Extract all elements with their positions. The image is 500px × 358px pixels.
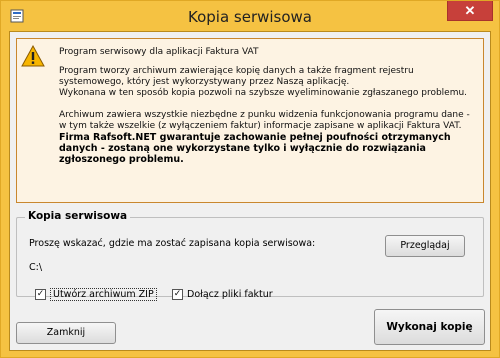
info-paragraph: Wykonana w ten sposób kopia pozwoli na s…: [59, 88, 468, 98]
privacy-note: Firma Rafsoft.NET gwarantuje zachowanie …: [59, 132, 451, 165]
window-title: Kopia serwisowa: [187, 8, 312, 26]
groupbox-title: Kopia serwisowa: [25, 210, 131, 222]
location-prompt: Proszę wskazać, gdzie ma zostać zapisana…: [29, 238, 316, 249]
make-backup-button[interactable]: Wykonaj kopię: [374, 309, 485, 345]
info-panel: Program serwisowy dla aplikacji Faktura …: [16, 38, 484, 203]
dialog-client-area: Program serwisowy dla aplikacji Faktura …: [9, 31, 491, 351]
backup-path: C:\: [29, 262, 43, 273]
check-icon[interactable]: ✓: [35, 288, 46, 300]
zip-checkbox[interactable]: ✓ Utwórz archiwum ZIP: [35, 287, 157, 301]
info-heading: Program serwisowy dla aplikacji Faktura …: [59, 47, 259, 57]
info-paragraph: Program tworzy archiwum zawierające kopi…: [59, 66, 414, 87]
warning-icon: [21, 45, 45, 67]
close-icon: ✕: [464, 3, 476, 18]
backup-groupbox: Kopia serwisowa Proszę wskazać, gdzie ma…: [16, 210, 484, 301]
zip-checkbox-label[interactable]: Utwórz archiwum ZIP: [50, 287, 157, 301]
info-text: Program serwisowy dla aplikacji Faktura …: [59, 47, 479, 165]
browse-button[interactable]: Przeglądaj: [385, 235, 465, 257]
dialog-window: Kopia serwisowa ✕ Program serwisowy dla …: [0, 0, 500, 358]
invoices-checkbox-label[interactable]: Dołącz pliki faktur: [187, 289, 273, 300]
info-paragraph: Archiwum zawiera wszystkie niezbędne z p…: [59, 110, 470, 131]
check-icon[interactable]: ✓: [172, 288, 183, 300]
invoices-checkbox[interactable]: ✓ Dołącz pliki faktur: [172, 287, 273, 301]
title-bar[interactable]: Kopia serwisowa ✕: [1, 1, 499, 31]
close-window-button[interactable]: ✕: [447, 1, 493, 21]
close-button[interactable]: Zamknij: [16, 322, 116, 344]
